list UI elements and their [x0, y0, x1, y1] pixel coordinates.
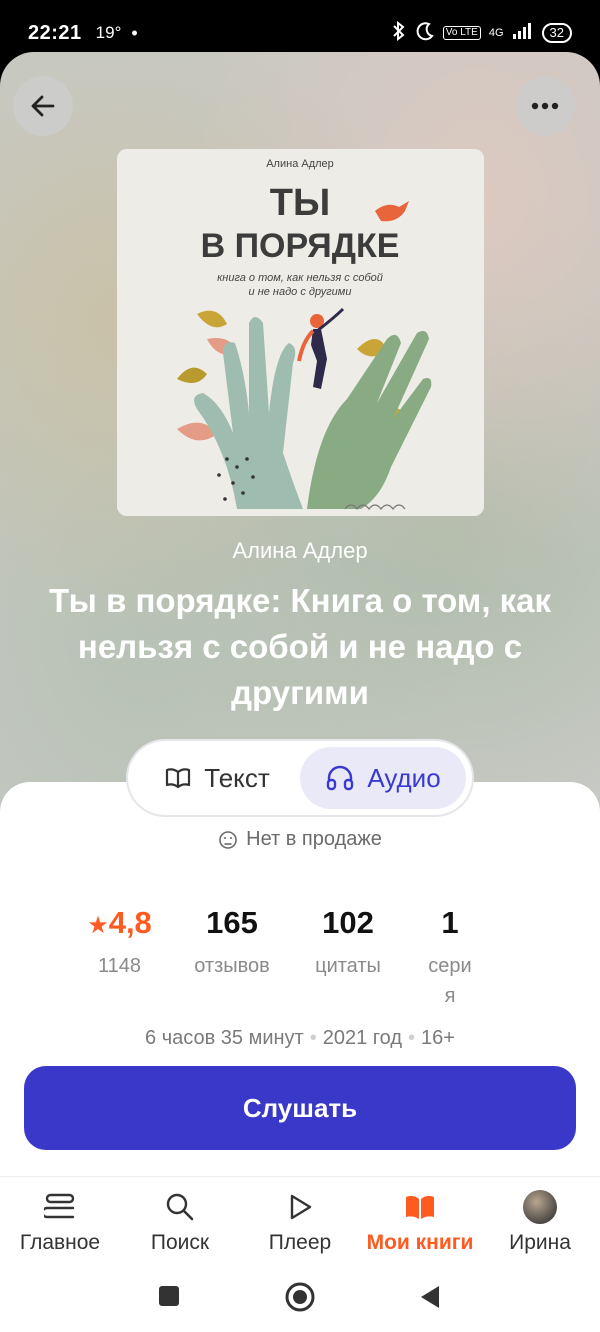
book-stats: ★4,8 1148 165 отзывов 102 цитаты 1 сери …: [0, 905, 600, 1015]
tab-my-books[interactable]: Мои книги: [360, 1189, 480, 1255]
network-type: 4G: [488, 27, 504, 39]
system-nav-bar: [0, 1266, 600, 1332]
meta-separator: •: [309, 1027, 317, 1049]
reviews-label: отзывов: [194, 955, 270, 977]
book-author[interactable]: Алина Адлер: [0, 538, 600, 564]
reviews-stat[interactable]: 165 отзывов: [182, 905, 282, 981]
volte-icon: Vo LTE: [442, 26, 481, 40]
tab-profile[interactable]: Ирина: [480, 1189, 600, 1255]
status-time: 22:21: [28, 21, 82, 44]
listen-button[interactable]: Слушать: [24, 1066, 576, 1150]
cover-subtitle-2: и не надо с другими: [249, 286, 352, 298]
sad-face-icon: [219, 830, 237, 849]
more-dots-icon: [531, 102, 559, 110]
book-cover: Алина Адлер ТЫ В ПОРЯДКЕ книга о том, ка…: [117, 149, 484, 516]
audio-format-label: Аудио: [367, 762, 441, 793]
status-dot: •: [131, 22, 138, 43]
moon-icon: [415, 21, 435, 46]
cover-subtitle-1: книга о том, как нельзя с собой: [217, 272, 383, 284]
tab-audio-format[interactable]: Аудио: [300, 747, 466, 809]
tab-player[interactable]: Плеер: [240, 1189, 360, 1255]
play-icon: [290, 1194, 312, 1220]
series-stat[interactable]: 1 сери я: [410, 905, 490, 1011]
cover-title-2: В ПОРЯДКЕ: [201, 227, 400, 265]
quotes-label: цитаты: [315, 955, 381, 977]
cover-author: Алина Адлер: [266, 158, 334, 170]
avatar: [523, 1190, 557, 1224]
battery-indicator: 32: [541, 23, 572, 43]
cover-title-1: ТЫ: [270, 182, 330, 224]
book-title: Ты в порядке: Книга о том, как нельзя с …: [48, 582, 552, 711]
back-button[interactable]: [13, 76, 73, 136]
series-label-line2: я: [444, 985, 456, 1007]
bluetooth-icon: [391, 20, 407, 46]
sale-status-text: Нет в продаже: [246, 828, 382, 850]
duration: 6 часов 35 минут: [145, 1027, 304, 1049]
meta-separator: •: [408, 1027, 416, 1049]
year: 2021 год: [322, 1027, 402, 1049]
tab-search[interactable]: Поиск: [120, 1189, 240, 1255]
tab-profile-label: Ирина: [509, 1231, 571, 1254]
status-icons: Vo LTE 4G 32: [391, 20, 572, 46]
book-icon: [406, 1195, 434, 1219]
tab-text-format[interactable]: Текст: [134, 747, 300, 809]
rating-value: ★4,8: [72, 905, 167, 941]
open-book-icon: [166, 768, 191, 789]
headphones-icon: [327, 765, 354, 791]
tab-player-label: Плеер: [268, 1231, 332, 1254]
rating-number: 4,8: [108, 905, 152, 940]
format-toggle: Текст Аудио: [128, 741, 472, 815]
quotes-stat[interactable]: 102 цитаты: [298, 905, 398, 981]
quotes-count: 102: [322, 905, 374, 940]
recent-apps-button[interactable]: [157, 1284, 181, 1308]
back-nav-button[interactable]: [418, 1284, 442, 1310]
tab-my-books-label: Мои книги: [366, 1231, 474, 1254]
book-meta: 6 часов 35 минут • 2021 год • 16+: [0, 1027, 600, 1050]
reviews-count: 165: [206, 905, 258, 940]
text-format-label: Текст: [204, 762, 270, 793]
tab-home-label: Главное: [19, 1231, 101, 1254]
series-count: 1: [441, 905, 459, 940]
arrow-left-icon: [31, 95, 55, 117]
signal-icon: [512, 22, 534, 44]
sale-status: Нет в продаже: [0, 828, 600, 851]
status-temperature: 19°: [95, 23, 122, 42]
search-icon: [166, 1193, 194, 1221]
age-rating: 16+: [421, 1027, 455, 1049]
rating-stat[interactable]: ★4,8 1148: [72, 905, 167, 981]
star-icon: ★: [87, 912, 109, 939]
tab-search-label: Поиск: [150, 1231, 210, 1254]
layers-icon: [44, 1193, 75, 1219]
series-label: сери я: [410, 951, 490, 1011]
bottom-tab-bar: Главное Поиск Плеер Мои книги Ирина: [0, 1176, 600, 1266]
more-options-button[interactable]: [515, 76, 575, 136]
series-label-line1: сери: [428, 955, 472, 977]
rating-count: 1148: [97, 955, 141, 977]
home-button[interactable]: [284, 1281, 316, 1313]
tab-home[interactable]: Главное: [0, 1189, 120, 1255]
